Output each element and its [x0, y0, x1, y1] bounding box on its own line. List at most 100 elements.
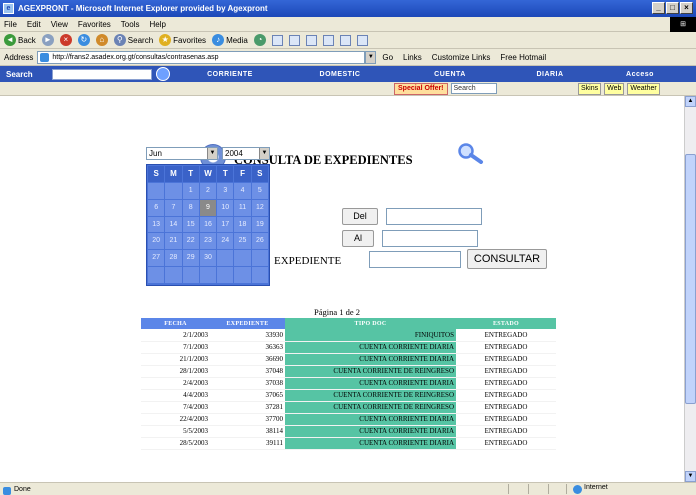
toolbar-search-input[interactable]: [52, 68, 152, 80]
cell-expediente: 33930: [210, 329, 285, 342]
addon-toolbar: Special Offer! Search Skins Web Weather: [0, 82, 696, 96]
media-button[interactable]: ♪ Media: [212, 34, 248, 46]
calendar-day[interactable]: 26: [251, 233, 268, 250]
calendar-day[interactable]: 17: [217, 216, 234, 233]
calendar-day[interactable]: 29: [182, 250, 199, 267]
del-button[interactable]: Del: [342, 208, 378, 225]
menu-view[interactable]: View: [51, 20, 68, 29]
calendar-day[interactable]: 15: [182, 216, 199, 233]
table-row: 2/1/2003 33930 FINIQUITOS ENTREGADO: [141, 329, 556, 342]
calendar-day[interactable]: 16: [199, 216, 217, 233]
vertical-scrollbar[interactable]: ▲ ▼: [684, 96, 696, 482]
calendar-day[interactable]: 1: [182, 182, 199, 199]
year-select[interactable]: 2004 ▼: [222, 147, 270, 160]
calendar-day[interactable]: 7: [165, 199, 182, 216]
toolbar-tab[interactable]: CUENTA: [400, 71, 500, 78]
weather-button[interactable]: Weather: [627, 83, 660, 95]
skins-button[interactable]: Skins: [578, 83, 602, 95]
calendar-day[interactable]: 28: [165, 250, 182, 267]
calendar-empty-cell: [217, 250, 234, 267]
minimize-button[interactable]: _: [652, 2, 665, 14]
address-input[interactable]: http://frans2.asadex.org.gt/consultas/co…: [37, 50, 366, 64]
calendar-day[interactable]: 10: [217, 199, 234, 216]
menu-edit[interactable]: Edit: [27, 20, 41, 29]
home-icon[interactable]: ⌂: [95, 34, 108, 46]
refresh-icon[interactable]: ↻: [77, 34, 90, 46]
chevron-down-icon: ▼: [259, 148, 269, 159]
mail-icon[interactable]: [271, 34, 283, 46]
calendar-day[interactable]: 13: [148, 216, 165, 233]
customize-links[interactable]: Customize Links: [432, 53, 491, 62]
calendar-day[interactable]: 4: [234, 182, 251, 199]
scroll-down-icon[interactable]: ▼: [685, 471, 696, 482]
expediente-input[interactable]: [369, 251, 461, 268]
calendar-day[interactable]: 9: [199, 199, 217, 216]
calendar-day[interactable]: 12: [251, 199, 268, 216]
calendar-day[interactable]: 11: [234, 199, 251, 216]
calendar-day[interactable]: 25: [234, 233, 251, 250]
toolbar-tab[interactable]: DOMESTIC: [280, 71, 400, 78]
web-button[interactable]: Web: [604, 83, 625, 95]
history-icon[interactable]: ◔: [253, 34, 266, 46]
menu-help[interactable]: Help: [149, 20, 165, 29]
calendar-day[interactable]: 19: [251, 216, 268, 233]
calendar-grid: S M T W T F S 1 2 3 4 5 6 7 8 9 10 11 12 13 14 15 16 17 18 19 20 21…: [146, 164, 270, 286]
calendar-day[interactable]: 30: [199, 250, 217, 267]
maximize-button[interactable]: □: [666, 2, 679, 14]
toolbar-tab[interactable]: CORRIENTE: [180, 71, 280, 78]
research-icon[interactable]: [356, 34, 368, 46]
cell-estado: ENTREGADO: [456, 401, 556, 414]
calendar-day[interactable]: 6: [148, 199, 165, 216]
column-header-fecha[interactable]: FECHA: [141, 318, 210, 329]
address-dropdown-icon[interactable]: ▼: [365, 50, 377, 64]
calendar-day[interactable]: 2: [199, 182, 217, 199]
calendar-empty-cell: [199, 267, 217, 283]
al-button[interactable]: Al: [342, 230, 374, 247]
scroll-up-icon[interactable]: ▲: [685, 96, 696, 107]
scroll-thumb[interactable]: [685, 154, 696, 404]
calendar-day[interactable]: 23: [199, 233, 217, 250]
edit-icon[interactable]: [305, 34, 317, 46]
al-date-input[interactable]: [382, 230, 478, 247]
discuss-icon[interactable]: [322, 34, 334, 46]
consultar-button[interactable]: CONSULTAR: [467, 249, 547, 269]
go-button[interactable]: Go: [382, 53, 393, 62]
menu-tools[interactable]: Tools: [121, 20, 140, 29]
stop-icon[interactable]: ×: [59, 34, 72, 46]
column-header-estado[interactable]: ESTADO: [456, 318, 556, 329]
calendar-day[interactable]: 5: [251, 182, 268, 199]
calendar-day[interactable]: 3: [217, 182, 234, 199]
favorites-button[interactable]: ★ Favorites: [159, 34, 206, 46]
links-label[interactable]: Links: [403, 53, 422, 62]
calendar-day[interactable]: 24: [217, 233, 234, 250]
column-header-expediente[interactable]: EXPEDIENTE: [210, 318, 285, 329]
windows-logo-icon: ⊞: [670, 17, 696, 32]
calendar-day[interactable]: 21: [165, 233, 182, 250]
toolbar-tab[interactable]: Acceso: [600, 71, 680, 78]
calendar-day[interactable]: 14: [165, 216, 182, 233]
month-select[interactable]: Jun ▼: [146, 147, 218, 160]
calendar-day[interactable]: 22: [182, 233, 199, 250]
del-date-input[interactable]: [386, 208, 482, 225]
cell-tipo: CUENTA CORRIENTE DE REINGRESO: [285, 401, 456, 414]
toolbar-tab[interactable]: DIARIA: [500, 71, 600, 78]
cell-expediente: 39111: [210, 437, 285, 450]
menu-file[interactable]: File: [4, 20, 17, 29]
addon-search-input[interactable]: Search: [450, 83, 497, 94]
menu-favorites[interactable]: Favorites: [78, 20, 111, 29]
calendar-day[interactable]: 8: [182, 199, 199, 216]
forward-icon[interactable]: ►: [41, 34, 54, 46]
calendar-day[interactable]: 18: [234, 216, 251, 233]
free-hotmail-link[interactable]: Free Hotmail: [500, 53, 546, 62]
column-header-tipo[interactable]: TIPO DOC: [285, 318, 456, 329]
toolbar-search-go-icon[interactable]: [156, 67, 170, 81]
print-icon[interactable]: [288, 34, 300, 46]
close-button[interactable]: ×: [680, 2, 693, 14]
calendar-day[interactable]: 20: [148, 233, 165, 250]
calendar-day[interactable]: 27: [148, 250, 165, 267]
special-offer-button[interactable]: Special Offer!: [394, 83, 448, 95]
search-button[interactable]: ⚲ Search: [113, 34, 153, 46]
back-button[interactable]: ◄ Back: [4, 34, 36, 46]
calendar-empty-cell: [251, 267, 268, 283]
messenger-icon[interactable]: [339, 34, 351, 46]
